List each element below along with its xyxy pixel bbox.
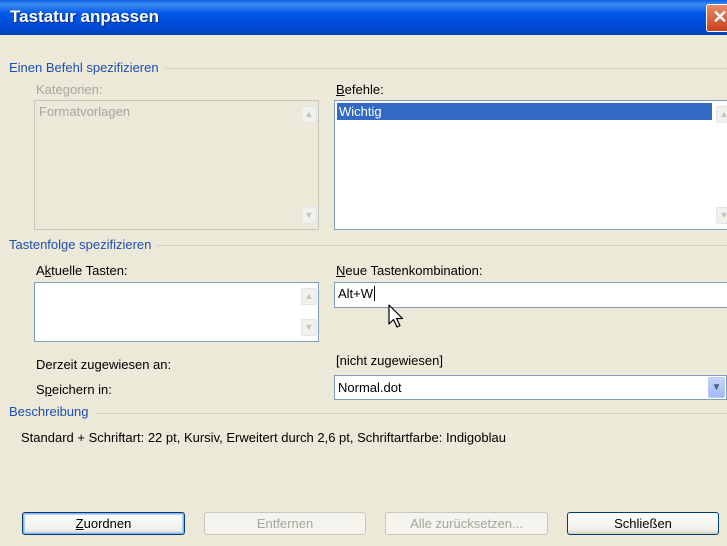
scroll-up-icon[interactable]: ▲ bbox=[716, 106, 727, 123]
save-in-select[interactable]: Normal.dot ▼ bbox=[334, 375, 727, 400]
chevron-down-icon[interactable]: ▼ bbox=[708, 377, 725, 398]
commands-label: Befehle: bbox=[336, 82, 384, 97]
assign-button[interactable]: Zuordnen bbox=[22, 512, 185, 535]
save-in-value: Normal.dot bbox=[338, 380, 402, 395]
new-shortcut-value: Alt+W bbox=[338, 286, 374, 301]
scroll-down-icon[interactable]: ▼ bbox=[301, 319, 317, 336]
close-button[interactable]: Schließen bbox=[567, 512, 719, 535]
window-title: Tastatur anpassen bbox=[10, 7, 159, 26]
current-keys-label: Aktuelle Tasten: bbox=[36, 263, 128, 278]
remove-button[interactable]: Entfernen bbox=[204, 512, 366, 535]
categories-scrollbar: ▲ ▼ bbox=[301, 102, 317, 228]
mouse-pointer-icon bbox=[388, 304, 404, 328]
scroll-down-icon: ▼ bbox=[301, 207, 317, 224]
new-shortcut-label: Neue Tastenkombination: bbox=[336, 263, 483, 278]
scroll-up-icon[interactable]: ▲ bbox=[301, 288, 317, 305]
current-keys-scrollbar[interactable]: ▲ ▼ bbox=[301, 284, 317, 340]
text-caret bbox=[374, 286, 376, 301]
scroll-down-icon[interactable]: ▼ bbox=[716, 207, 727, 224]
commands-list[interactable]: Wichtig ▲ ▼ bbox=[334, 100, 727, 230]
title-bar: Tastatur anpassen ✕ bbox=[0, 0, 727, 35]
commands-scrollbar[interactable]: ▲ ▼ bbox=[716, 102, 727, 228]
categories-label: Kategorien: bbox=[36, 82, 103, 97]
group-title-description: Beschreibung bbox=[9, 404, 95, 419]
group-divider bbox=[10, 413, 727, 414]
save-in-label: Speichern in: bbox=[36, 382, 112, 397]
list-item: Formatvorlagen bbox=[39, 104, 131, 119]
assigned-value: [nicht zugewiesen] bbox=[336, 353, 443, 368]
group-title-command: Einen Befehl spezifizieren bbox=[9, 60, 165, 75]
scroll-up-icon: ▲ bbox=[301, 106, 317, 123]
assigned-label: Derzeit zugewiesen an: bbox=[36, 357, 172, 372]
categories-list: Formatvorlagen ▲ ▼ bbox=[34, 100, 319, 230]
list-item-selected[interactable]: Wichtig bbox=[337, 103, 712, 120]
close-icon[interactable]: ✕ bbox=[706, 4, 727, 32]
reset-all-button[interactable]: Alle zurücksetzen... bbox=[385, 512, 548, 535]
current-keys-list[interactable]: ▲ ▼ bbox=[34, 282, 319, 342]
description-text: Standard + Schriftart: 22 pt, Kursiv, Er… bbox=[21, 430, 506, 445]
group-title-keys: Tastenfolge spezifizieren bbox=[9, 237, 158, 252]
